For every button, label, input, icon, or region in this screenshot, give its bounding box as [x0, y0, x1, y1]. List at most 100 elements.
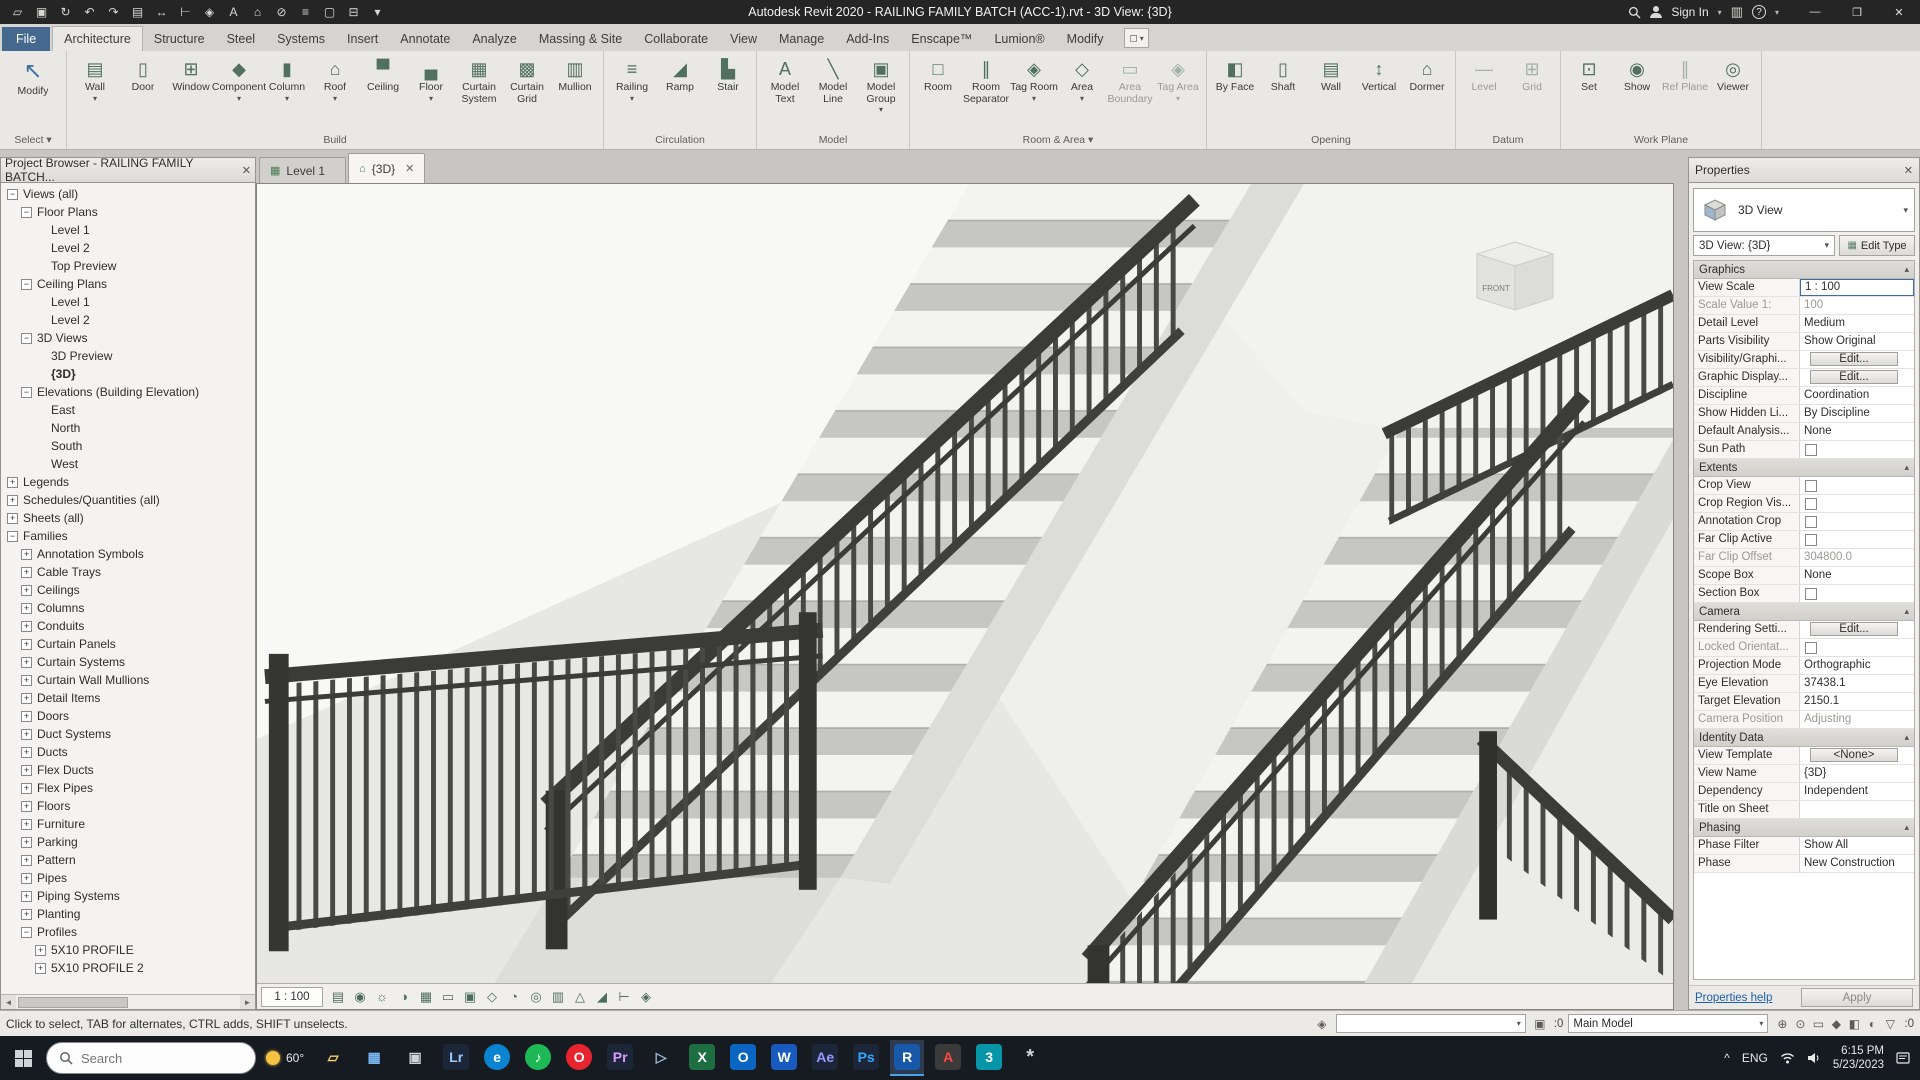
- premiere-icon[interactable]: Pr: [603, 1040, 637, 1076]
- tree-expander-icon[interactable]: +: [21, 566, 32, 578]
- type-dropdown-icon[interactable]: ▾: [1903, 205, 1908, 216]
- properties-panel-header[interactable]: Properties ✕: [1688, 157, 1920, 183]
- temporary-view-properties-icon[interactable]: ▥: [547, 987, 569, 1007]
- active-workset-select[interactable]: ▾: [1335, 1014, 1526, 1033]
- property-row[interactable]: Crop Region Vis...: [1694, 495, 1914, 513]
- tab-analyze[interactable]: Analyze: [461, 27, 527, 51]
- tab-massing-site[interactable]: Massing & Site: [528, 27, 633, 51]
- browser-horizontal-scrollbar[interactable]: ◄ ►: [1, 994, 255, 1009]
- property-value[interactable]: Independent: [1800, 783, 1914, 800]
- tree-expander-icon[interactable]: +: [7, 494, 18, 506]
- tree-item[interactable]: 3D Preview: [1, 347, 255, 365]
- tree-item[interactable]: + Curtain Panels: [1, 635, 255, 653]
- tree-item[interactable]: + Legends: [1, 473, 255, 491]
- tree-expander-icon[interactable]: +: [21, 746, 32, 758]
- tree-item[interactable]: + Curtain Wall Mullions: [1, 671, 255, 689]
- help-icon[interactable]: ?: [1751, 5, 1766, 19]
- tree-item[interactable]: Level 2: [1, 239, 255, 257]
- property-row[interactable]: View Template <None>: [1694, 747, 1914, 765]
- sync-with-central-icon[interactable]: ↻: [54, 1, 77, 23]
- tree-item[interactable]: + Flex Pipes: [1, 779, 255, 797]
- property-value[interactable]: None: [1800, 423, 1914, 440]
- section-icon[interactable]: ⊘: [270, 1, 293, 23]
- property-row[interactable]: Camera Position Adjusting: [1694, 711, 1914, 729]
- property-value[interactable]: New Construction: [1800, 855, 1914, 872]
- tab-lumion[interactable]: Lumion®: [983, 27, 1055, 51]
- file-explorer-icon[interactable]: ▱: [316, 1040, 350, 1076]
- property-value[interactable]: [1800, 531, 1914, 548]
- aligned-dimension-icon[interactable]: ⊢: [174, 1, 197, 23]
- tree-item[interactable]: + Curtain Systems: [1, 653, 255, 671]
- acrobat-icon[interactable]: A: [931, 1040, 965, 1076]
- tree-item[interactable]: + 5X10 PROFILE 2: [1, 959, 255, 977]
- floor-button[interactable]: ▄ Floor ▾: [407, 54, 455, 132]
- tray-chevron-icon[interactable]: ^: [1724, 1051, 1730, 1065]
- help-dropdown-icon[interactable]: ▾: [1775, 8, 1779, 17]
- property-value[interactable]: Coordination: [1800, 387, 1914, 404]
- tree-expander-icon[interactable]: [35, 297, 46, 308]
- tree-item[interactable]: − Views (all): [1, 185, 255, 203]
- tree-expander-icon[interactable]: −: [21, 926, 32, 938]
- opera-icon[interactable]: O: [562, 1040, 596, 1076]
- edge-icon[interactable]: e: [480, 1040, 514, 1076]
- view-scale-control[interactable]: 1 : 100: [261, 986, 323, 1007]
- select-by-face-icon[interactable]: ◧: [1845, 1015, 1863, 1033]
- tree-expander-icon[interactable]: +: [21, 620, 32, 632]
- tag-area-button[interactable]: ◈ Tag Area ▾: [1154, 54, 1202, 132]
- dormer-opening-button[interactable]: ⌂ Dormer: [1403, 54, 1451, 132]
- property-value[interactable]: Edit...: [1810, 370, 1898, 384]
- tree-item[interactable]: − 3D Views: [1, 329, 255, 347]
- type-selector-dropdown-icon[interactable]: ▾: [1824, 240, 1829, 251]
- close-hidden-windows-icon[interactable]: ▢: [318, 1, 341, 23]
- tab-modify[interactable]: Modify: [1056, 27, 1115, 51]
- taskbar-search[interactable]: [46, 1042, 256, 1074]
- tree-item[interactable]: + Parking: [1, 833, 255, 851]
- tree-expander-icon[interactable]: +: [21, 908, 32, 920]
- tree-item[interactable]: + Annotation Symbols: [1, 545, 255, 563]
- tag-by-category-icon[interactable]: ◈: [198, 1, 221, 23]
- tree-expander-icon[interactable]: +: [35, 962, 46, 974]
- project-browser-header[interactable]: Project Browser - RAILING FAMILY BATCH..…: [0, 156, 256, 184]
- outlook-icon[interactable]: O: [726, 1040, 760, 1076]
- taskbar-clock[interactable]: 6:15 PM 5/23/2023: [1833, 1044, 1884, 1073]
- tree-expander-icon[interactable]: [35, 225, 46, 236]
- tree-expander-icon[interactable]: −: [21, 278, 32, 290]
- tab-annotate[interactable]: Annotate: [389, 27, 461, 51]
- tab-manage[interactable]: Manage: [768, 27, 835, 51]
- property-row[interactable]: Crop View: [1694, 477, 1914, 495]
- property-value[interactable]: Edit...: [1810, 352, 1898, 366]
- tree-item[interactable]: + Planting: [1, 905, 255, 923]
- tree-expander-icon[interactable]: +: [21, 692, 32, 704]
- tree-expander-icon[interactable]: +: [21, 656, 32, 668]
- temporary-hide-isolate-icon[interactable]: ◔: [503, 987, 525, 1007]
- tree-item[interactable]: + Columns: [1, 599, 255, 617]
- property-value[interactable]: 100: [1800, 297, 1914, 314]
- tree-item[interactable]: − Families: [1, 527, 255, 545]
- property-row[interactable]: Scale Value 1: 100: [1694, 297, 1914, 315]
- close-button[interactable]: ✕: [1878, 0, 1920, 24]
- volume-icon[interactable]: [1807, 1052, 1821, 1064]
- area-boundary-button[interactable]: ▭ Area Boundary: [1106, 54, 1154, 132]
- tree-item[interactable]: + Doors: [1, 707, 255, 725]
- area-button[interactable]: ◇ Area ▾: [1058, 54, 1106, 132]
- crop-view-icon[interactable]: ▭: [437, 987, 459, 1007]
- property-row[interactable]: Discipline Coordination: [1694, 387, 1914, 405]
- tree-item[interactable]: Level 1: [1, 293, 255, 311]
- tree-item[interactable]: − Floor Plans: [1, 203, 255, 221]
- sun-path-icon[interactable]: ☼: [371, 987, 393, 1007]
- tree-expander-icon[interactable]: +: [21, 548, 32, 560]
- wall-button[interactable]: ▤ Wall ▾: [71, 54, 119, 132]
- tree-expander-icon[interactable]: +: [21, 818, 32, 830]
- tree-expander-icon[interactable]: +: [21, 638, 32, 650]
- tab-addins[interactable]: Add-Ins: [835, 27, 900, 51]
- save-icon[interactable]: ▣: [30, 1, 53, 23]
- model-text-button[interactable]: A Model Text: [761, 54, 809, 132]
- tree-expander-icon[interactable]: [35, 441, 46, 452]
- vertical-opening-button[interactable]: ↕ Vertical: [1355, 54, 1403, 132]
- tree-item[interactable]: + Sheets (all): [1, 509, 255, 527]
- property-row[interactable]: Far Clip Active: [1694, 531, 1914, 549]
- curtain-system-button[interactable]: ▦ Curtain System: [455, 54, 503, 132]
- collapse-section-icon[interactable]: ▴: [1904, 264, 1909, 275]
- property-row[interactable]: Section Box: [1694, 585, 1914, 603]
- tag-room-button[interactable]: ◈ Tag Room ▾: [1010, 54, 1058, 132]
